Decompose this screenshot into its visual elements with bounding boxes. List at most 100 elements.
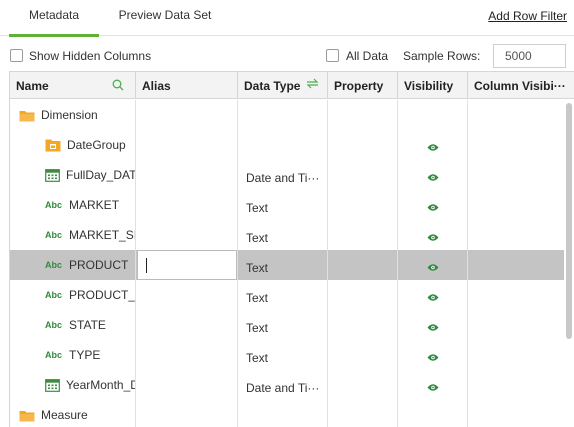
visibility-cell[interactable]	[398, 280, 468, 310]
table-row[interactable]: Abc MARKET Text	[10, 190, 574, 220]
data-type-cell[interactable]: Text	[238, 340, 328, 370]
table-row[interactable]: YearMonth_D Date and Ti···	[10, 370, 574, 400]
property-cell[interactable]	[328, 310, 398, 340]
eye-icon[interactable]	[427, 173, 439, 182]
table-row[interactable]: Measure	[10, 400, 574, 427]
all-data-checkbox[interactable]	[326, 49, 339, 62]
property-cell[interactable]	[328, 130, 398, 160]
data-type-cell[interactable]: Date and Ti···	[238, 370, 328, 400]
property-cell[interactable]	[328, 250, 398, 280]
alias-cell[interactable]	[136, 400, 238, 427]
column-header-name[interactable]: Name	[10, 72, 136, 99]
eye-icon[interactable]	[427, 143, 439, 152]
column-visibility-cell[interactable]	[468, 190, 574, 220]
property-cell[interactable]	[328, 370, 398, 400]
property-cell[interactable]	[328, 220, 398, 250]
table-row[interactable]: Dimension	[10, 100, 574, 130]
data-type-cell[interactable]: Text	[238, 190, 328, 220]
table-row[interactable]: Abc PRODUCT Text	[10, 250, 574, 280]
name-cell[interactable]: Abc MARKET	[10, 190, 136, 220]
property-cell[interactable]	[328, 160, 398, 190]
column-visibility-cell[interactable]	[468, 280, 574, 310]
data-type-cell[interactable]: Text	[238, 310, 328, 340]
eye-icon[interactable]	[427, 263, 439, 272]
swap-icon[interactable]	[306, 78, 319, 89]
property-cell[interactable]	[328, 280, 398, 310]
table-row[interactable]: Abc PRODUCT_T Text	[10, 280, 574, 310]
name-cell[interactable]: YearMonth_D	[10, 370, 136, 400]
alias-cell[interactable]	[136, 280, 238, 310]
visibility-cell[interactable]	[398, 100, 468, 130]
name-cell[interactable]: DateGroup	[10, 130, 136, 160]
data-type-cell[interactable]: Date and Ti···	[238, 160, 328, 190]
data-type-cell[interactable]	[238, 130, 328, 160]
visibility-cell[interactable]	[398, 130, 468, 160]
name-cell[interactable]: Dimension	[10, 100, 136, 130]
name-cell[interactable]: Abc TYPE	[10, 340, 136, 370]
eye-icon[interactable]	[427, 233, 439, 242]
alias-edit-input[interactable]	[137, 250, 237, 280]
data-type-cell[interactable]: Text	[238, 280, 328, 310]
column-visibility-cell[interactable]	[468, 370, 574, 400]
name-cell[interactable]: Abc PRODUCT_T	[10, 280, 136, 310]
table-row[interactable]: Abc TYPE Text	[10, 340, 574, 370]
name-cell[interactable]: FullDay_DAT	[10, 160, 136, 190]
table-row[interactable]: FullDay_DAT Date and Ti···	[10, 160, 574, 190]
table-row[interactable]: Abc STATE Text	[10, 310, 574, 340]
column-header-data-type[interactable]: Data Type	[238, 72, 328, 99]
visibility-cell[interactable]	[398, 310, 468, 340]
column-visibility-cell[interactable]	[468, 310, 574, 340]
add-row-filter-link[interactable]: Add Row Filter	[488, 9, 567, 23]
property-cell[interactable]	[328, 400, 398, 427]
alias-cell[interactable]	[136, 130, 238, 160]
column-visibility-cell[interactable]	[468, 250, 574, 280]
column-visibility-cell[interactable]	[468, 340, 574, 370]
scrollbar-thumb[interactable]	[566, 103, 572, 339]
alias-cell[interactable]	[136, 190, 238, 220]
vertical-scrollbar[interactable]	[564, 100, 574, 427]
tab-metadata[interactable]: Metadata	[9, 0, 99, 37]
data-type-cell[interactable]: Text	[238, 220, 328, 250]
column-header-alias[interactable]: Alias	[136, 72, 238, 99]
visibility-cell[interactable]	[398, 220, 468, 250]
alias-cell[interactable]	[136, 340, 238, 370]
show-hidden-columns-checkbox[interactable]	[10, 49, 23, 62]
column-visibility-cell[interactable]	[468, 100, 574, 130]
eye-icon[interactable]	[427, 293, 439, 302]
property-cell[interactable]	[328, 340, 398, 370]
data-type-cell[interactable]: Text	[238, 250, 328, 280]
visibility-cell[interactable]	[398, 250, 468, 280]
eye-icon[interactable]	[427, 203, 439, 212]
alias-cell[interactable]	[136, 220, 238, 250]
alias-cell[interactable]	[136, 100, 238, 130]
visibility-cell[interactable]	[398, 160, 468, 190]
data-type-cell[interactable]	[238, 100, 328, 130]
search-icon[interactable]	[112, 79, 124, 91]
visibility-cell[interactable]	[398, 370, 468, 400]
column-visibility-cell[interactable]	[468, 220, 574, 250]
column-visibility-cell[interactable]	[468, 400, 574, 427]
alias-cell[interactable]	[136, 310, 238, 340]
visibility-cell[interactable]	[398, 400, 468, 427]
eye-icon[interactable]	[427, 383, 439, 392]
visibility-cell[interactable]	[398, 190, 468, 220]
column-header-column-visibility[interactable]: Column Visibi···	[468, 72, 574, 99]
name-cell[interactable]: Abc PRODUCT	[10, 250, 136, 280]
name-cell[interactable]: Abc STATE	[10, 310, 136, 340]
visibility-cell[interactable]	[398, 340, 468, 370]
property-cell[interactable]	[328, 100, 398, 130]
name-cell[interactable]: Abc MARKET_SI	[10, 220, 136, 250]
data-type-cell[interactable]	[238, 400, 328, 427]
column-header-property[interactable]: Property	[328, 72, 398, 99]
tab-preview-data-set[interactable]: Preview Data Set	[108, 0, 222, 36]
eye-icon[interactable]	[427, 353, 439, 362]
column-visibility-cell[interactable]	[468, 160, 574, 190]
sample-rows-input[interactable]	[493, 44, 566, 68]
property-cell[interactable]	[328, 190, 398, 220]
alias-cell[interactable]	[136, 160, 238, 190]
column-visibility-cell[interactable]	[468, 130, 574, 160]
alias-cell[interactable]	[136, 370, 238, 400]
table-row[interactable]: Abc MARKET_SI Text	[10, 220, 574, 250]
table-row[interactable]: DateGroup	[10, 130, 574, 160]
eye-icon[interactable]	[427, 323, 439, 332]
